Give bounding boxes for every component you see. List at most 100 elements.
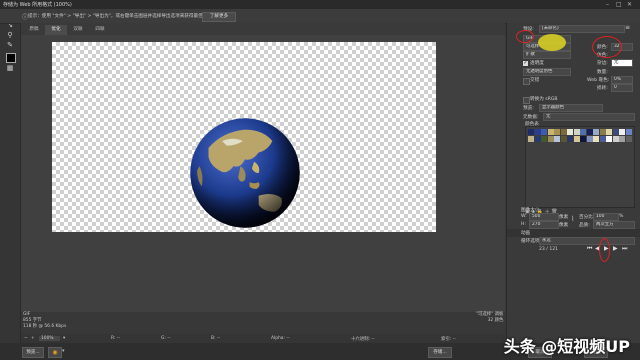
color-swatch[interactable] [593,135,599,142]
lossy-label: 损耗: [597,86,608,91]
metadata-select[interactable]: 无 [543,113,635,121]
matte-label: 杂边: [597,61,608,66]
color-swatch[interactable] [599,129,606,135]
width-unit: 像素 [559,215,569,220]
blue-readout: B: -- [211,336,221,341]
color-swatch[interactable] [560,129,567,135]
color-swatch[interactable] [612,135,619,142]
index-readout: 索引: -- [441,337,456,342]
color-swatch[interactable] [528,135,534,142]
color-swatch[interactable] [554,129,560,135]
transparency-label: 透明度 [530,61,544,66]
color-swatch[interactable] [528,129,534,135]
zoom-minus-icon[interactable]: − [24,336,28,341]
color-swatch[interactable] [554,135,560,142]
color-swatch[interactable] [567,129,573,135]
dither-algorithm-select[interactable]: 扩散 [523,51,571,59]
minimize-icon[interactable]: – [606,1,609,8]
tab-2-up[interactable]: 双联 [67,25,89,35]
preview-mode-select[interactable]: 显示器颜色 [539,104,603,112]
close-icon[interactable]: ✕ [627,1,632,8]
transparency-dither-select[interactable]: 无透明度仿色 [523,68,571,76]
first-frame-icon[interactable]: ⏮ [587,245,592,253]
watermark: 头条 @短视频UP [503,337,630,356]
color-swatch[interactable] [612,129,619,135]
color-table[interactable] [525,126,635,208]
color-swatch[interactable] [534,135,541,142]
window-title-bar: 存储为 Web 所用格式 (100%) – □ ✕ [0,0,640,9]
zoom-dropdown-icon[interactable]: ▾ [63,336,65,341]
last-frame-icon[interactable]: ⏭ [622,245,627,253]
tab-4-up[interactable]: 四联 [89,25,111,35]
eyedropper-color-swatch[interactable] [6,53,16,63]
color-swatch[interactable] [567,135,573,142]
color-swatch[interactable] [619,135,625,142]
optimization-settings-panel: 预设: [未命名] ≡ GIF 可选择 颜色: 32 扩散 仿色: ✓ 透明度 … [506,23,640,343]
color-swatch[interactable] [541,135,547,142]
tool-bar: ✋ ↘ ⚲ ✎ ▦ [0,9,21,349]
color-swatch[interactable] [580,135,586,142]
color-swatch[interactable] [573,129,580,135]
color-swatch[interactable] [541,129,547,135]
web-snap-field[interactable]: 0% [611,76,633,84]
optimized-info-right: "可选择" 调板 32 颜色 [476,312,503,324]
color-swatch[interactable] [606,129,612,135]
tab-optimized[interactable]: 优化 [45,25,67,35]
window-title: 存储为 Web 所用格式 (100%) [3,2,72,8]
constrain-proportions-icon[interactable]: ⌇ [571,215,574,223]
red-readout: R: -- [111,336,120,341]
format-annotation-circle [516,30,534,43]
tab-original[interactable]: 原稿 [23,25,45,35]
zoom-tool-icon[interactable]: ⚲ [4,31,16,40]
color-swatch[interactable] [547,135,554,142]
tip-bar: ⓘ 提示：使用 "文件" > "导出" > "导出为"，或右键单击图层并选择导出… [0,9,640,24]
cursor-highlight [538,34,566,51]
amount-label: 数量: [597,70,608,75]
eyedropper-tool-icon[interactable]: ✎ [4,41,16,50]
color-swatch[interactable] [534,129,541,135]
color-swatch[interactable] [619,129,625,135]
color-swatch[interactable] [599,135,606,142]
zoom-plus-icon[interactable]: + [31,336,35,341]
web-snap-label: Web 靠色: [587,78,610,83]
transparency-checkbox[interactable]: ✓ [523,61,528,66]
color-swatch[interactable] [586,135,593,142]
learn-more-button[interactable]: 了解更多 [202,12,236,22]
color-swatch[interactable] [560,135,567,142]
zoom-level-select[interactable]: 100% [39,336,60,341]
color-swatch[interactable] [625,135,632,142]
width-field[interactable]: 500 [529,213,559,221]
color-swatch[interactable] [593,129,599,135]
next-frame-icon[interactable]: ▶ [613,245,618,252]
optimized-info: GIF 855 字节 118 秒 @ 56.6 Kbps [23,312,66,330]
browser-preview-icon[interactable]: ◉ [48,347,62,358]
hex-readout: 十六进制: -- [351,337,375,342]
browser-dropdown-icon[interactable]: ▾ [62,348,65,354]
convert-srgb-checkbox[interactable] [523,97,530,104]
preview-button[interactable]: 预览... [22,347,44,358]
loop-options-select[interactable]: 永远 [539,237,635,245]
height-unit: 像素 [559,223,569,228]
height-field[interactable]: 270 [529,221,559,229]
color-swatch[interactable] [547,129,554,135]
save-button[interactable]: 存储... [428,347,452,358]
width-label: W: [521,214,527,219]
lossy-field[interactable]: 0 [611,84,633,92]
matte-select[interactable]: 无 [611,59,633,67]
info-colors: 32 颜色 [487,318,504,323]
toggle-slices-icon[interactable]: ▦ [4,64,16,73]
color-swatch[interactable] [580,129,586,135]
color-swatch[interactable] [586,129,593,135]
percent-field[interactable]: 100 [593,213,619,221]
quality-select[interactable]: 两次立方 [593,221,635,229]
preview-label: 预览: [523,106,534,111]
color-swatch[interactable] [625,129,632,135]
panel-menu-icon[interactable]: ≡ [625,24,630,31]
interlace-checkbox[interactable] [523,78,530,85]
alpha-readout: Alpha: -- [271,336,290,341]
color-swatch[interactable] [606,135,612,142]
quality-label: 品质: [579,223,590,228]
color-swatch[interactable] [573,135,580,142]
preset-select[interactable]: [未命名] [539,25,625,33]
maximize-icon[interactable]: □ [616,1,622,8]
